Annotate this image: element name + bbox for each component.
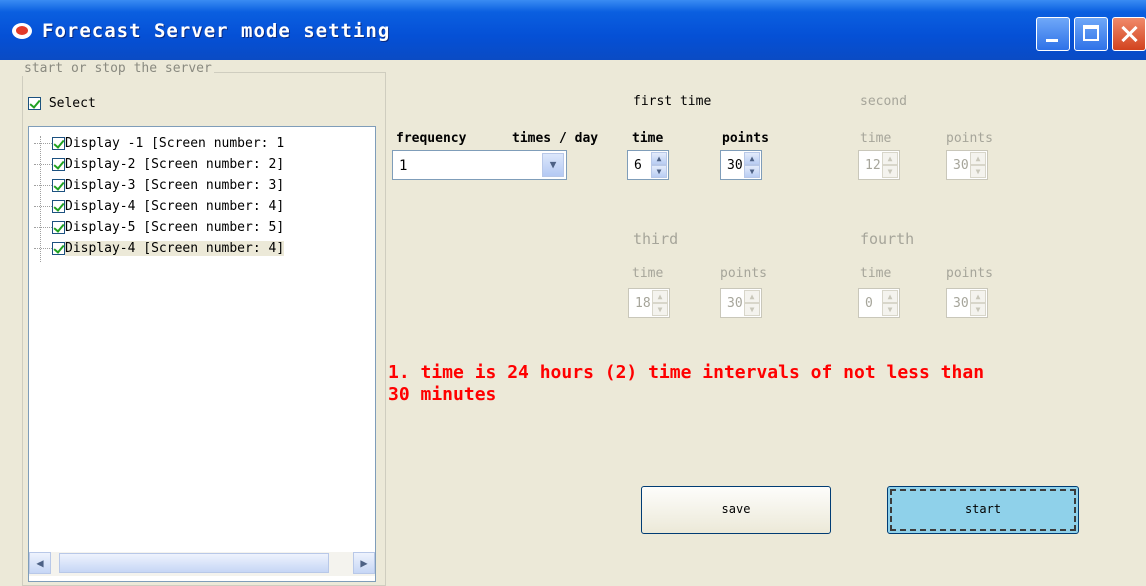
first-points-stepper[interactable]: 30 ▲ ▼: [720, 150, 762, 180]
spin-up-icon[interactable]: ▲: [651, 152, 667, 165]
first-time-stepper[interactable]: 6 ▲ ▼: [627, 150, 669, 180]
window-title: Forecast Server mode setting: [42, 20, 391, 42]
server-group-title: start or stop the server: [22, 61, 214, 76]
spin-down-icon[interactable]: ▼: [651, 165, 667, 178]
second-points-stepper[interactable]: 30 ▲ ▼: [946, 150, 988, 180]
checkbox-checked-icon[interactable]: [28, 97, 41, 110]
display-label: Display-4 [Screen number: 4]: [65, 199, 285, 214]
display-label: Display-3 [Screen number: 3]: [65, 178, 285, 193]
note-line-1: 1. time is 24 hours (2) time intervals o…: [388, 362, 985, 383]
third-time-value: 18: [635, 296, 651, 311]
fourth-points-label: points: [946, 266, 993, 281]
close-button[interactable]: [1112, 17, 1146, 51]
checkbox-checked-icon[interactable]: [52, 200, 65, 213]
checkbox-checked-icon[interactable]: [52, 158, 65, 171]
frequency-value: 1: [399, 158, 408, 174]
horizontal-scrollbar[interactable]: ◀ ▶: [29, 552, 375, 576]
fourth-time-heading: fourth: [860, 230, 915, 248]
fourth-points-stepper[interactable]: 30 ▲ ▼: [946, 288, 988, 318]
spin-up-icon: ▲: [744, 290, 760, 303]
spin-down-icon: ▼: [882, 165, 898, 178]
title-bar[interactable]: Forecast Server mode setting: [0, 0, 1146, 60]
tree-item-display[interactable]: Display-4 [Screen number: 4]: [34, 241, 285, 259]
spin-up-icon: ▲: [970, 152, 986, 165]
minimize-button[interactable]: [1036, 17, 1070, 51]
frequency-label: frequency: [396, 131, 467, 146]
display-label: Display-2 [Screen number: 2]: [65, 157, 285, 172]
spin-down-icon: ▼: [744, 303, 760, 316]
first-points-label: points: [722, 131, 769, 146]
display-label: Display-5 [Screen number: 5]: [65, 220, 285, 235]
times-per-day-label: times / day: [512, 131, 599, 146]
spin-down-icon: ▼: [652, 303, 668, 316]
third-points-stepper[interactable]: 30 ▲ ▼: [720, 288, 762, 318]
spin-up-icon: ▲: [970, 290, 986, 303]
third-time-heading: third: [633, 230, 679, 248]
app-icon: [12, 23, 32, 39]
checkbox-checked-icon[interactable]: [52, 137, 65, 150]
spin-up-icon[interactable]: ▲: [744, 152, 760, 165]
scroll-left-icon[interactable]: ◀: [29, 552, 51, 574]
fourth-time-label: time: [860, 266, 892, 281]
spin-up-icon: ▲: [882, 152, 898, 165]
scroll-thumb[interactable]: [59, 553, 329, 573]
third-time-label: time: [632, 266, 664, 281]
second-points-value: 30: [953, 158, 969, 173]
fourth-time-stepper[interactable]: 0 ▲ ▼: [858, 288, 900, 318]
select-all-checkbox[interactable]: Select: [28, 96, 96, 111]
display-label: Display-4 [Screen number: 4]: [65, 241, 285, 256]
spin-down-icon[interactable]: ▼: [744, 165, 760, 178]
tree-item-display[interactable]: Display-4 [Screen number: 4]: [34, 199, 284, 217]
scroll-right-icon[interactable]: ▶: [353, 552, 375, 574]
fourth-points-value: 30: [953, 296, 969, 311]
third-time-stepper[interactable]: 18 ▲ ▼: [628, 288, 670, 318]
tree-item-display[interactable]: Display-5 [Screen number: 5]: [34, 220, 284, 238]
save-button[interactable]: save: [641, 486, 831, 534]
tree-item-display[interactable]: Display-3 [Screen number: 3]: [34, 178, 284, 196]
spin-down-icon: ▼: [882, 303, 898, 316]
spin-up-icon: ▲: [652, 290, 668, 303]
second-time-value: 12: [865, 158, 881, 173]
third-points-label: points: [720, 266, 767, 281]
first-time-value: 6: [634, 158, 642, 173]
select-all-label: Select: [48, 96, 96, 111]
checkbox-checked-icon[interactable]: [52, 242, 65, 255]
second-time-stepper[interactable]: 12 ▲ ▼: [858, 150, 900, 180]
second-points-label: points: [946, 131, 993, 146]
start-button[interactable]: start: [887, 486, 1079, 534]
settings-window: Forecast Server mode setting start or st…: [0, 0, 1146, 586]
tree-item-display[interactable]: Display-2 [Screen number: 2]: [34, 157, 284, 175]
first-points-value: 30: [727, 158, 743, 173]
time-rule-note: 1. time is 24 hours (2) time intervals o…: [388, 362, 1140, 406]
spin-down-icon: ▼: [970, 165, 986, 178]
tree-item-display[interactable]: Display -1 [Screen number: 1: [34, 136, 284, 154]
maximize-button[interactable]: [1074, 17, 1108, 51]
third-points-value: 30: [727, 296, 743, 311]
chevron-down-icon[interactable]: ▼: [542, 153, 564, 177]
second-time-heading: second: [860, 94, 907, 109]
note-line-2: 30 minutes: [388, 384, 497, 405]
checkbox-checked-icon[interactable]: [52, 221, 65, 234]
frequency-select[interactable]: 1 ▼: [392, 150, 567, 180]
spin-up-icon: ▲: [882, 290, 898, 303]
fourth-time-value: 0: [865, 296, 873, 311]
first-time-label: time: [632, 131, 664, 146]
spin-down-icon: ▼: [970, 303, 986, 316]
display-label: Display -1 [Screen number: 1: [65, 136, 285, 151]
checkbox-checked-icon[interactable]: [52, 179, 65, 192]
second-time-label: time: [860, 131, 892, 146]
first-time-heading: first time: [633, 94, 712, 109]
